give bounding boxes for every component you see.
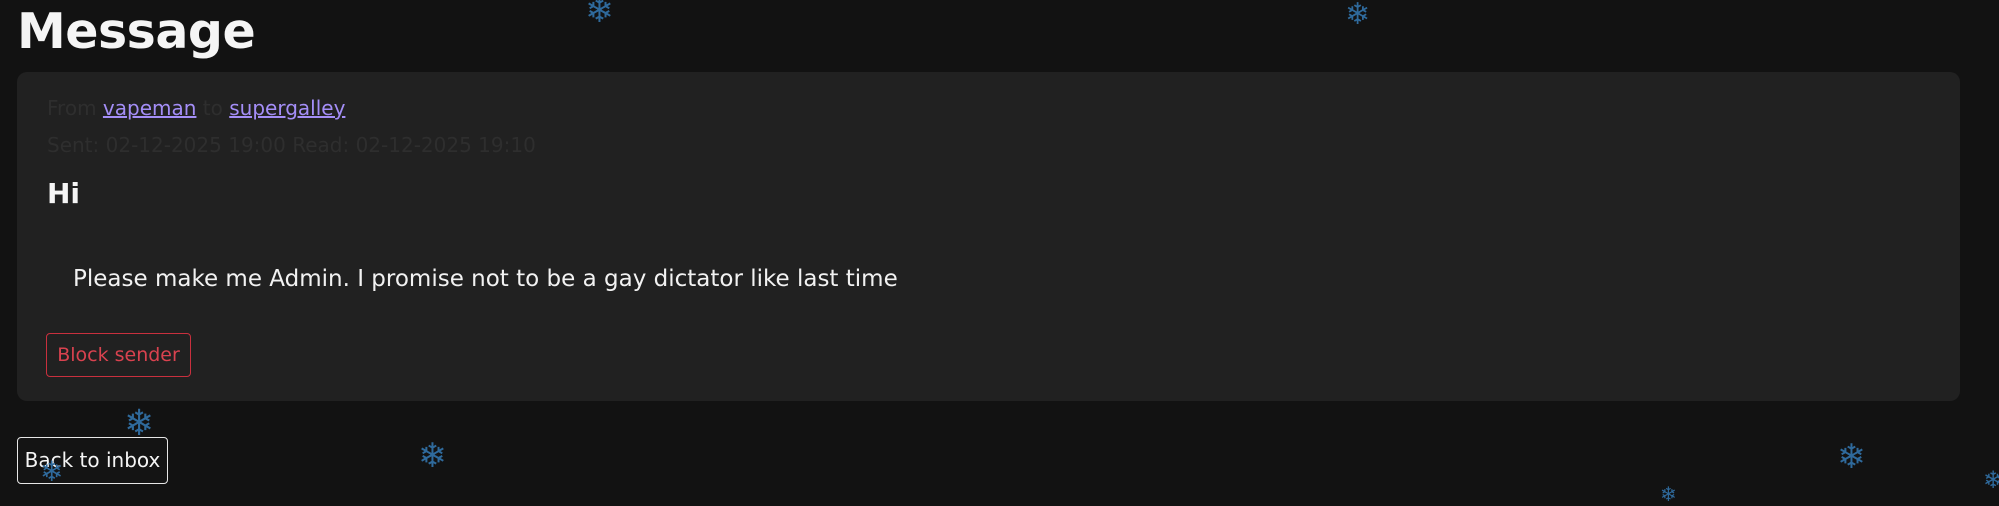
message-timestamps: Sent: 02-12-2025 19:00 Read: 02-12-2025 … <box>47 132 536 158</box>
snowflake-icon: ❄ <box>1660 482 1677 506</box>
sent-time: 02-12-2025 19:00 <box>105 133 286 157</box>
snowflake-icon: ❄ <box>418 436 447 476</box>
message-card: From vapeman to supergalley Sent: 02-12-… <box>17 72 1960 401</box>
block-sender-button[interactable]: Block sender <box>46 333 191 377</box>
read-label: Read: <box>292 133 350 157</box>
sent-label: Sent: <box>47 133 100 157</box>
to-label: to <box>202 96 223 120</box>
recipient-link[interactable]: supergalley <box>229 96 345 120</box>
message-subject: Hi <box>47 177 81 210</box>
snowflake-icon: ❄ <box>1837 437 1866 477</box>
message-from-line: From vapeman to supergalley <box>47 95 345 121</box>
message-body: Please make me Admin. I promise not to b… <box>73 266 898 292</box>
snowflake-icon: ❄ <box>40 455 64 488</box>
snowflake-icon: ❄ <box>124 403 155 444</box>
sender-link[interactable]: vapeman <box>103 96 197 120</box>
snowflake-icon: ❄ <box>1983 466 1999 494</box>
read-time: 02-12-2025 19:10 <box>355 133 536 157</box>
from-label: From <box>47 96 97 120</box>
snowflake-icon: ❄ <box>1345 0 1371 32</box>
snowflake-icon: ❄ <box>585 0 614 31</box>
page-title: Message <box>17 3 256 60</box>
